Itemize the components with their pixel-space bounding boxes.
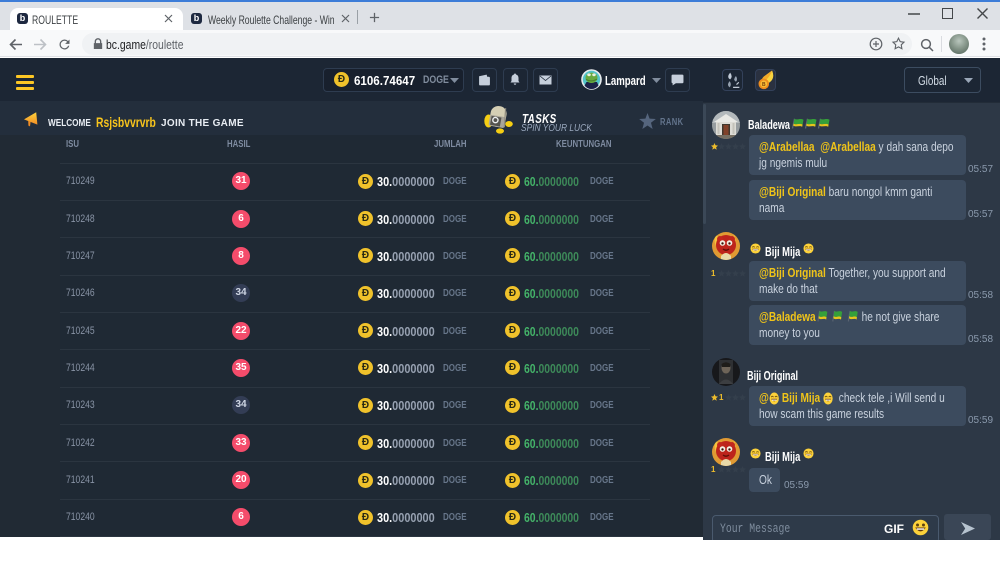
svg-text:B: B: [762, 82, 766, 88]
